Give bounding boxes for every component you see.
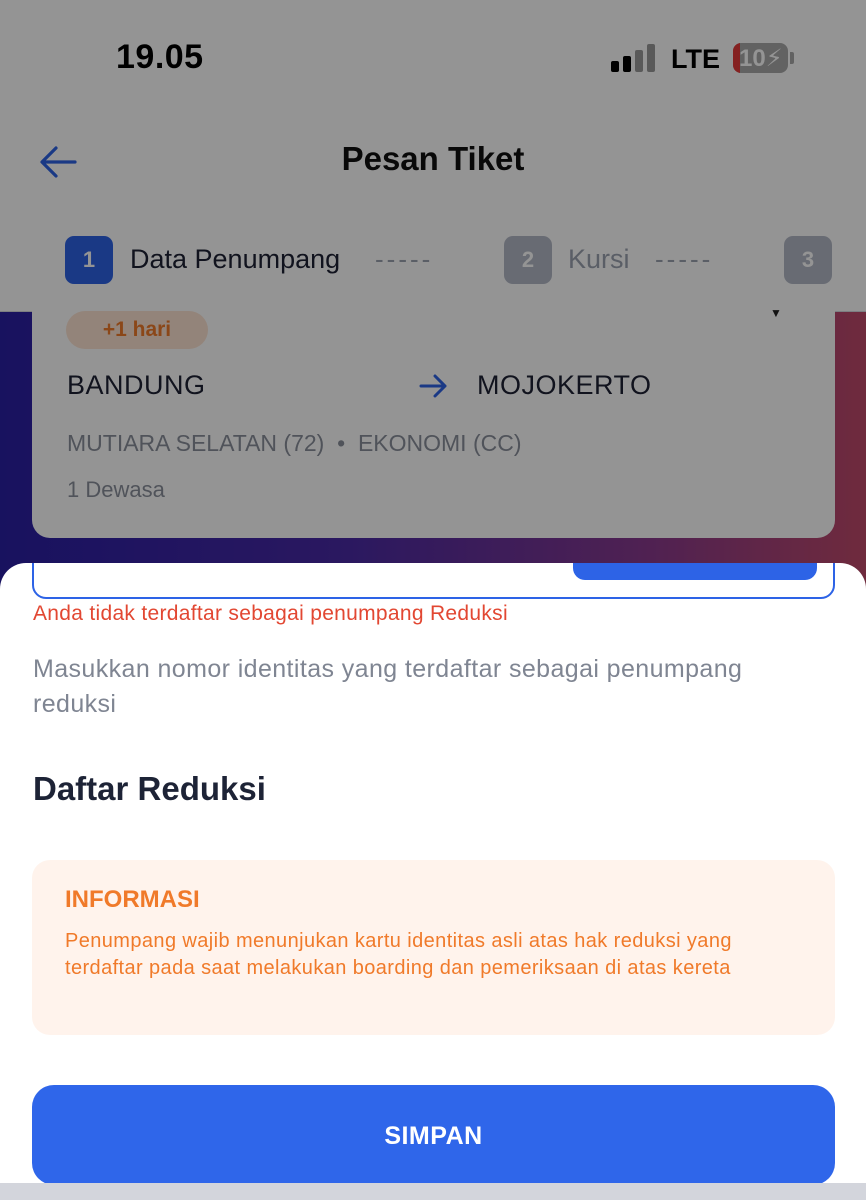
helper-text: Masukkan nomor identitas yang terdaftar … — [33, 655, 743, 718]
error-message: Anda tidak terdaftar sebagai penumpang R… — [33, 602, 508, 625]
info-body: Penumpang wajib menunjukan kartu identit… — [65, 930, 732, 979]
bottom-strip — [0, 1183, 866, 1200]
info-box: INFORMASI Penumpang wajib menunjukan kar… — [32, 860, 835, 1035]
save-button[interactable]: SIMPAN — [32, 1085, 835, 1183]
check-identity-button[interactable] — [573, 563, 817, 580]
section-title: Daftar Reduksi — [33, 770, 266, 807]
reduction-bottom-sheet: Anda tidak terdaftar sebagai penumpang R… — [0, 563, 866, 1183]
info-title: INFORMASI — [65, 886, 200, 913]
